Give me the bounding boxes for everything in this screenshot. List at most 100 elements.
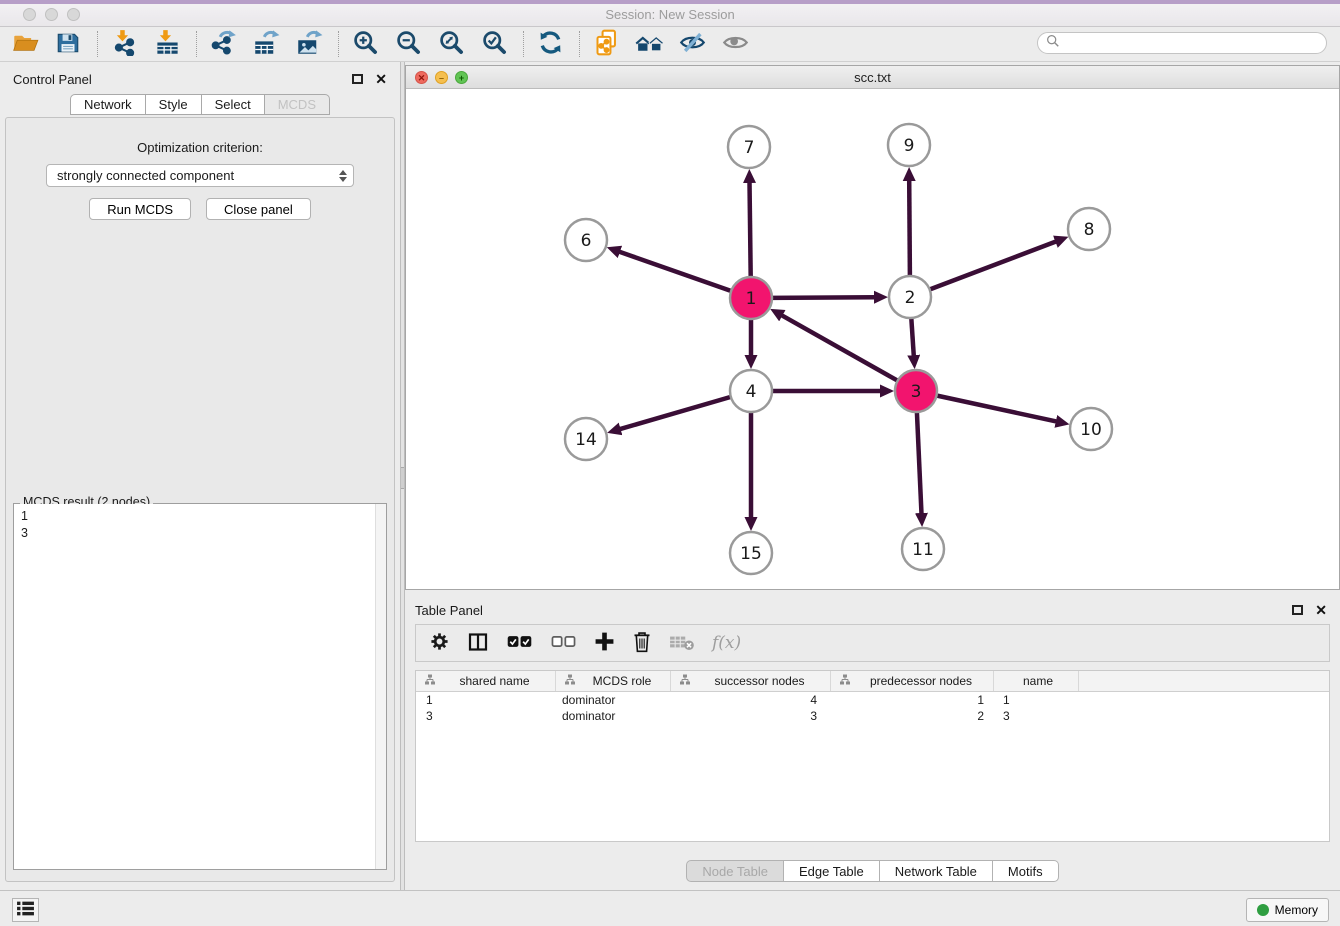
column-label: MCDS role	[593, 674, 652, 688]
open-session-button[interactable]	[10, 29, 40, 59]
network-window-titlebar[interactable]: ✕ – + scc.txt	[406, 66, 1339, 89]
table-toolbar: f(x)	[415, 624, 1330, 662]
table-cell[interactable]: 2	[831, 709, 994, 723]
deselect-all-icon	[550, 634, 577, 652]
tab-network[interactable]: Network	[70, 94, 146, 115]
network-minimize-button[interactable]: –	[435, 71, 448, 84]
edge-3-11[interactable]	[917, 412, 922, 514]
table-cell[interactable]: 3	[416, 709, 556, 723]
table-cell[interactable]: 4	[671, 693, 831, 707]
first-neighbors-button[interactable]	[634, 29, 664, 59]
memory-button[interactable]: Memory	[1246, 898, 1329, 922]
edge-1-6[interactable]	[619, 252, 731, 291]
float-table-panel-icon[interactable]	[1292, 605, 1303, 615]
select-stepper-icon	[339, 170, 347, 182]
settings-gear-button[interactable]	[429, 631, 450, 655]
table-cell[interactable]: 3	[994, 709, 1079, 723]
hide-selected-button[interactable]	[677, 29, 707, 59]
deselect-all-button[interactable]	[550, 634, 577, 652]
zoom-selected-button[interactable]	[479, 29, 509, 59]
tab-edge-table[interactable]: Edge Table	[784, 860, 880, 882]
search-box[interactable]	[1037, 32, 1327, 54]
column-header-predecessor-nodes[interactable]: predecessor nodes	[831, 671, 994, 691]
search-icon	[1046, 34, 1060, 53]
network-close-button[interactable]: ✕	[415, 71, 428, 84]
mcds-result-area[interactable]: 1 3	[14, 504, 386, 869]
node-label-9: 9	[904, 136, 915, 156]
split-panel-button[interactable]	[467, 632, 489, 655]
network-window-title: scc.txt	[406, 70, 1339, 85]
save-session-button[interactable]	[53, 29, 83, 59]
zoom-out-button[interactable]	[393, 29, 423, 59]
import-network-button[interactable]	[109, 29, 139, 59]
node-label-11: 11	[912, 540, 934, 560]
export-image-button[interactable]	[294, 29, 324, 59]
table-cell[interactable]: 1	[831, 693, 994, 707]
status-bar: Memory	[0, 890, 1340, 926]
edge-1-7[interactable]	[750, 182, 751, 277]
tab-network-table[interactable]: Network Table	[880, 860, 993, 882]
optimization-criterion-value: strongly connected component	[57, 168, 234, 183]
refresh-button[interactable]	[535, 29, 565, 59]
float-panel-icon[interactable]	[352, 74, 363, 84]
window-titlebar: Session: New Session	[0, 0, 1340, 27]
window-title: Session: New Session	[0, 7, 1340, 22]
select-all-button[interactable]	[506, 634, 533, 652]
column-label: name	[1023, 674, 1053, 688]
open-session-icon	[12, 29, 39, 59]
zoom-fit-button[interactable]	[436, 29, 466, 59]
tab-motifs[interactable]: Motifs	[993, 860, 1059, 882]
panel-split-grip[interactable]	[401, 467, 404, 489]
column-header-MCDS-role[interactable]: MCDS role	[556, 671, 671, 691]
run-mcds-button[interactable]: Run MCDS	[89, 198, 191, 220]
table-row[interactable]: 1dominator411	[416, 692, 1329, 708]
toolbar-separator	[97, 31, 98, 57]
import-network-icon	[111, 29, 138, 59]
network-graph[interactable]: 7968124314101511	[406, 89, 1339, 589]
edge-2-3[interactable]	[911, 318, 914, 356]
node-label-3: 3	[911, 382, 922, 402]
add-column-button[interactable]	[594, 631, 615, 655]
edge-4-14[interactable]	[620, 397, 731, 429]
column-header-name[interactable]: name	[994, 671, 1079, 691]
tab-mcds[interactable]: MCDS	[265, 94, 330, 115]
zoom-in-button[interactable]	[350, 29, 380, 59]
tab-style[interactable]: Style	[146, 94, 202, 115]
mcds-result-scrollbar[interactable]	[375, 504, 386, 869]
search-input[interactable]	[1065, 34, 1326, 52]
network-canvas[interactable]: 7968124314101511	[406, 89, 1339, 589]
import-table-button[interactable]	[152, 29, 182, 59]
control-panel-tabs: NetworkStyleSelectMCDS	[0, 94, 400, 115]
edge-2-9[interactable]	[909, 180, 910, 276]
first-neighbors-icon	[635, 29, 664, 59]
edge-1-2[interactable]	[772, 297, 875, 298]
table-cell[interactable]: 1	[994, 693, 1079, 707]
show-panels-button[interactable]	[12, 898, 39, 922]
network-maximize-button[interactable]: +	[455, 71, 468, 84]
column-header-shared-name[interactable]: shared name	[416, 671, 556, 691]
node-label-7: 7	[744, 138, 755, 158]
tab-select[interactable]: Select	[202, 94, 265, 115]
edge-2-8[interactable]	[930, 241, 1057, 289]
table-cell[interactable]: 1	[416, 693, 556, 707]
column-header-successor-nodes[interactable]: successor nodes	[671, 671, 831, 691]
table-row[interactable]: 3dominator323	[416, 708, 1329, 724]
close-panel-icon[interactable]: ✕	[375, 74, 387, 84]
close-panel-button[interactable]: Close panel	[206, 198, 311, 220]
clone-network-button[interactable]	[591, 29, 621, 59]
close-table-panel-icon[interactable]: ✕	[1315, 605, 1327, 615]
table-cell[interactable]: dominator	[556, 693, 671, 707]
main-toolbar	[0, 27, 1340, 62]
optimization-criterion-select[interactable]: strongly connected component	[46, 164, 354, 187]
table-cell[interactable]: dominator	[556, 709, 671, 723]
edge-3-10[interactable]	[937, 396, 1057, 422]
table-cell[interactable]: 3	[671, 709, 831, 723]
edge-3-1[interactable]	[782, 315, 898, 381]
export-network-button[interactable]	[208, 29, 238, 59]
node-label-14: 14	[575, 430, 597, 450]
tab-node-table[interactable]: Node Table	[686, 860, 784, 882]
show-all-button[interactable]	[720, 29, 750, 59]
export-table-button[interactable]	[251, 29, 281, 59]
delete-column-button[interactable]	[632, 630, 652, 656]
hide-selected-icon	[679, 29, 706, 59]
